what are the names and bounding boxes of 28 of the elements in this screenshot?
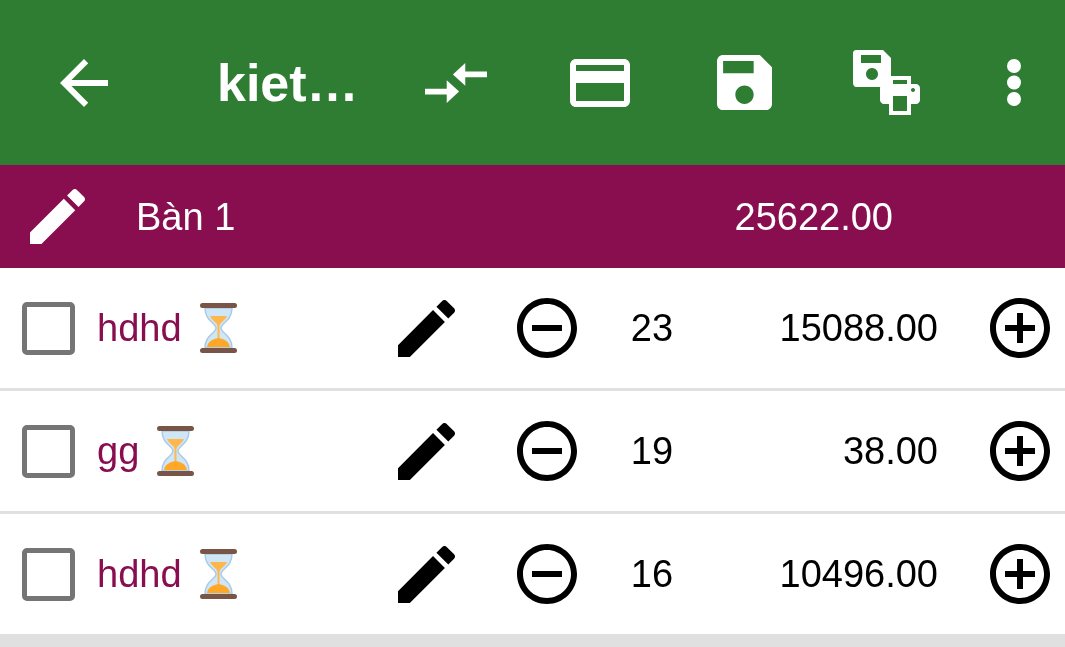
edit-pencil-icon[interactable]: [398, 299, 455, 357]
item-amount: 38.00: [841, 432, 938, 470]
toolbar-title: kiet…: [217, 56, 360, 109]
item-name: hdhd: [97, 309, 182, 347]
save-icon[interactable]: [717, 55, 772, 110]
item-name: hdhd: [97, 555, 182, 593]
hourglass-icon: [157, 426, 195, 476]
floppy-and-printer-icon[interactable]: [853, 50, 920, 115]
table-total: 25622.00: [733, 197, 893, 236]
back-arrow-icon[interactable]: [60, 58, 108, 107]
more-options-icon[interactable]: [1006, 58, 1022, 107]
item-amount: 15088.00: [778, 309, 938, 347]
item-name: gg: [97, 432, 140, 470]
item-quantity: 23: [629, 309, 675, 347]
hourglass-icon: [199, 549, 237, 599]
edit-pencil-icon[interactable]: [398, 545, 455, 603]
credit-card-icon[interactable]: [570, 58, 630, 107]
item-checkbox[interactable]: [22, 547, 75, 601]
item-checkbox[interactable]: [22, 424, 75, 478]
item-checkbox[interactable]: [22, 301, 75, 355]
opposing-arrows-icon[interactable]: [425, 62, 487, 103]
item-quantity: 16: [629, 555, 675, 593]
table-name: Bàn 1: [136, 197, 237, 236]
item-quantity: 19: [629, 432, 675, 470]
hourglass-icon: [199, 303, 237, 353]
item-amount: 10496.00: [778, 555, 938, 593]
edit-pencil-icon[interactable]: [398, 422, 455, 480]
edit-pencil-icon[interactable]: [30, 189, 85, 244]
